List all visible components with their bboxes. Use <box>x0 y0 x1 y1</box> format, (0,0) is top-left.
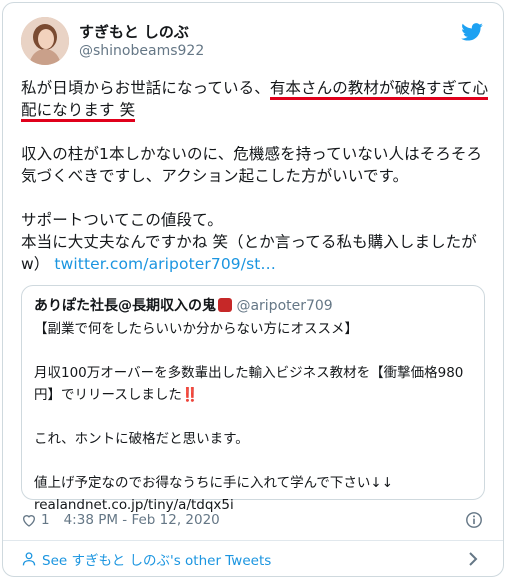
tweet-text-intro: 私が日頃からお世話になっている、 <box>21 79 270 97</box>
author-names: すぎもと しのぶ @shinobeams922 <box>79 22 204 61</box>
see-other-tweets-label: See すぎもと しのぶ's other Tweets <box>42 553 272 569</box>
chevron-right-icon <box>469 552 478 566</box>
avatar[interactable] <box>21 17 69 65</box>
tweet-timestamp[interactable]: 4:38 PM - Feb 12, 2020 <box>64 512 220 528</box>
quoted-line-1: 【副業で何をしたらいいか分からない方にオススメ】 <box>34 321 358 337</box>
heart-icon[interactable] <box>21 512 37 528</box>
tweet-header: すぎもと しのぶ @shinobeams922 <box>21 17 485 67</box>
footer-divider <box>3 540 503 541</box>
person-icon <box>22 552 36 566</box>
quoted-line-2: 月収100万オーバーを多数輩出した輸入ビジネス教材を【衝撃価格980円】でリリー… <box>34 365 464 403</box>
tweet-link[interactable]: twitter.com/aripoter709/st… <box>54 255 276 273</box>
author-handle[interactable]: @shinobeams922 <box>79 42 204 61</box>
info-icon[interactable] <box>465 511 483 529</box>
tweet-paragraph-3: サポートついてこの値段て。 本当に大丈夫なんですかね 笑（とか言ってる私も購入し… <box>21 209 489 275</box>
twitter-bird-icon[interactable] <box>461 23 483 41</box>
quoted-author-handle[interactable]: @aripoter709 <box>236 298 332 314</box>
quoted-author-name[interactable]: ありぽた社長@長期収入の鬼 <box>34 298 216 314</box>
avatar-image <box>21 17 69 65</box>
tweet-text-support: サポートついてこの値段て。 <box>21 211 223 229</box>
quoted-tweet-body: 【副業で何をしたらいいか分からない方にオススメ】 月収100万オーバーを多数輩出… <box>34 318 472 516</box>
quoted-tweet[interactable]: ありぽた社長@長期収入の鬼 @aripoter709 【副業で何をしたらいいか分… <box>21 285 485 513</box>
tweet-paragraph-2: 収入の柱が1本しかないのに、危機感を持っていない人はそろそろ気づくべきですし、ア… <box>21 145 483 185</box>
double-exclamation-icon: ‼️ <box>181 387 199 403</box>
author-display-name[interactable]: すぎもと しのぶ <box>79 22 204 42</box>
tweet-paragraph-1: 私が日頃からお世話になっている、有本さんの教材が破格すぎて心配になります 笑 <box>21 77 489 122</box>
like-count[interactable]: 1 <box>41 512 50 528</box>
see-other-tweets-link[interactable]: See すぎもと しのぶ's other Tweets <box>21 549 485 569</box>
tweet-meta: 1 4:38 PM - Feb 12, 2020 <box>21 510 485 530</box>
tweet-text: 私が日頃からお世話になっている、有本さんの教材が破格すぎて心配になります 笑 収… <box>21 77 489 275</box>
quoted-line-4: 値上げ予定なのでお得なうちに手に入れて学んで下さい↓↓ <box>34 475 394 491</box>
quoted-tweet-header: ありぽた社長@長期収入の鬼 @aripoter709 <box>34 296 472 316</box>
tweet-card: すぎもと しのぶ @shinobeams922 私が日頃からお世話になっている、… <box>2 2 504 577</box>
oni-emoji-icon <box>218 298 232 312</box>
quoted-line-3: これ、ホントに破格だと思います。 <box>34 431 249 447</box>
